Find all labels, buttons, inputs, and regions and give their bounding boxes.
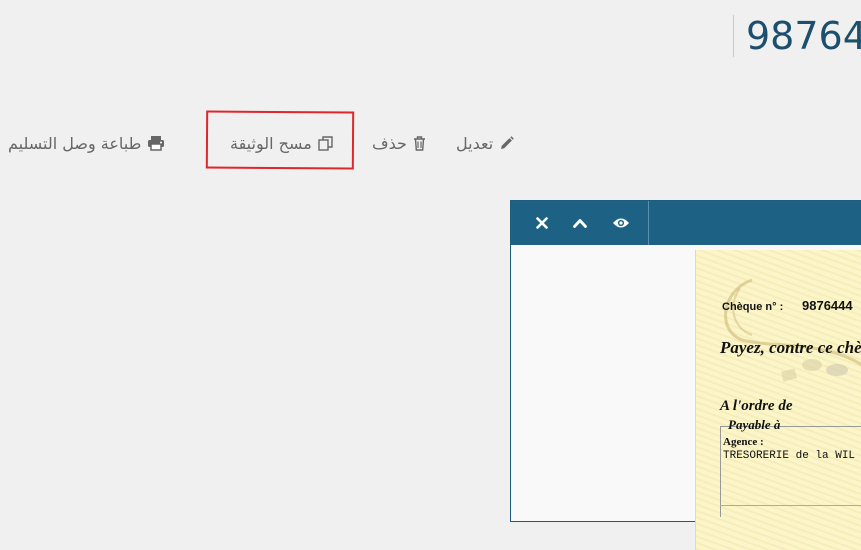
edit-button[interactable]: تعديل [456, 128, 514, 158]
print-receipt-button[interactable]: طباعة وصل التسليم [8, 128, 165, 158]
print-receipt-label: طباعة وصل التسليم [8, 133, 142, 153]
cheque-number-value: 9876444 [802, 298, 853, 313]
cheque-order-text: A l'ordre de [720, 398, 793, 414]
viewer-content: Chèque n° : 9876444 Payez, contre ce chè… [511, 246, 861, 550]
viewer-toolbar-divider [648, 201, 649, 245]
trash-icon [413, 135, 426, 151]
annotation-highlight-box [205, 110, 355, 170]
close-icon[interactable] [531, 212, 553, 234]
document-number-title: 987644 [733, 15, 861, 57]
print-icon [147, 135, 165, 151]
cheque-image: Chèque n° : 9876444 Payez, contre ce chè… [695, 250, 861, 550]
delete-label: حذف [372, 133, 407, 153]
cheque-number-label: Chèque n° : [722, 301, 784, 313]
eye-icon[interactable] [610, 212, 632, 234]
cheque-payable-text: Payable à [728, 417, 781, 432]
cheque-agency-label: Agence : [723, 436, 764, 448]
cornucopia-illustration [724, 278, 861, 382]
cheque-pay-text: Payez, contre ce chè [720, 338, 861, 357]
document-viewer-panel: Chèque n° : 9876444 Payez, contre ce chè… [510, 200, 861, 550]
delete-button[interactable]: حذف [372, 128, 426, 158]
chevron-up-icon[interactable] [569, 212, 591, 234]
pencil-icon [499, 135, 514, 151]
edit-label: تعديل [456, 133, 494, 153]
viewer-toolbar [511, 201, 861, 245]
cheque-agency-value: TRESORERIE de la WIL [723, 450, 856, 462]
